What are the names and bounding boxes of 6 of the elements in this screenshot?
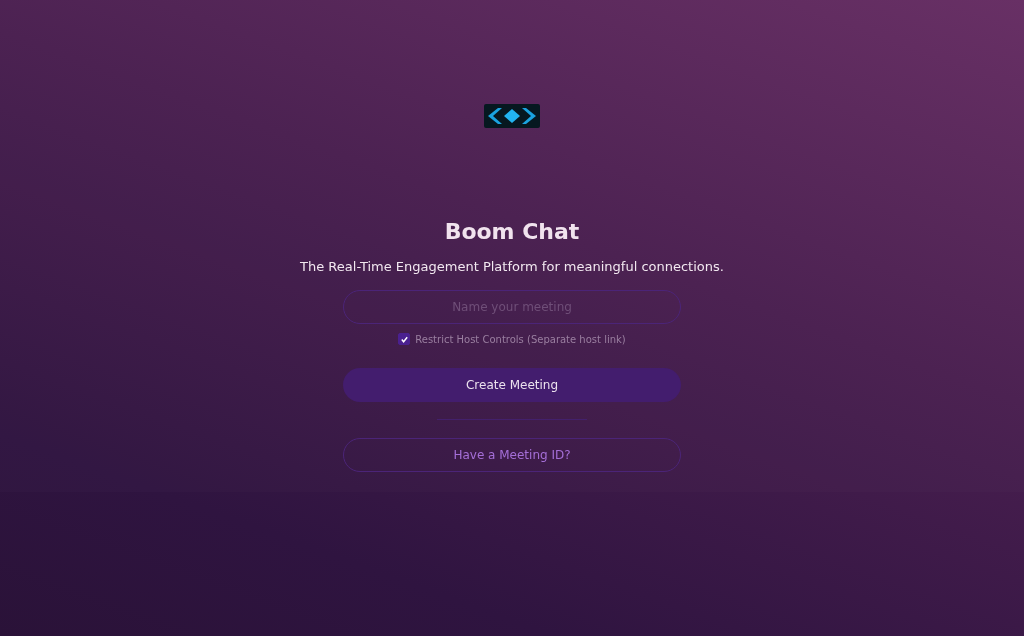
checkbox-label: Restrict Host Controls (Separate host link) (415, 333, 626, 345)
tagline: The Real-Time Engagement Platform for meaningful connections. (300, 258, 724, 276)
app-title: Boom Chat (444, 218, 580, 246)
checkbox[interactable] (398, 333, 411, 345)
logo-icon (484, 104, 540, 128)
create-meeting-button[interactable]: Create Meeting (343, 368, 681, 402)
